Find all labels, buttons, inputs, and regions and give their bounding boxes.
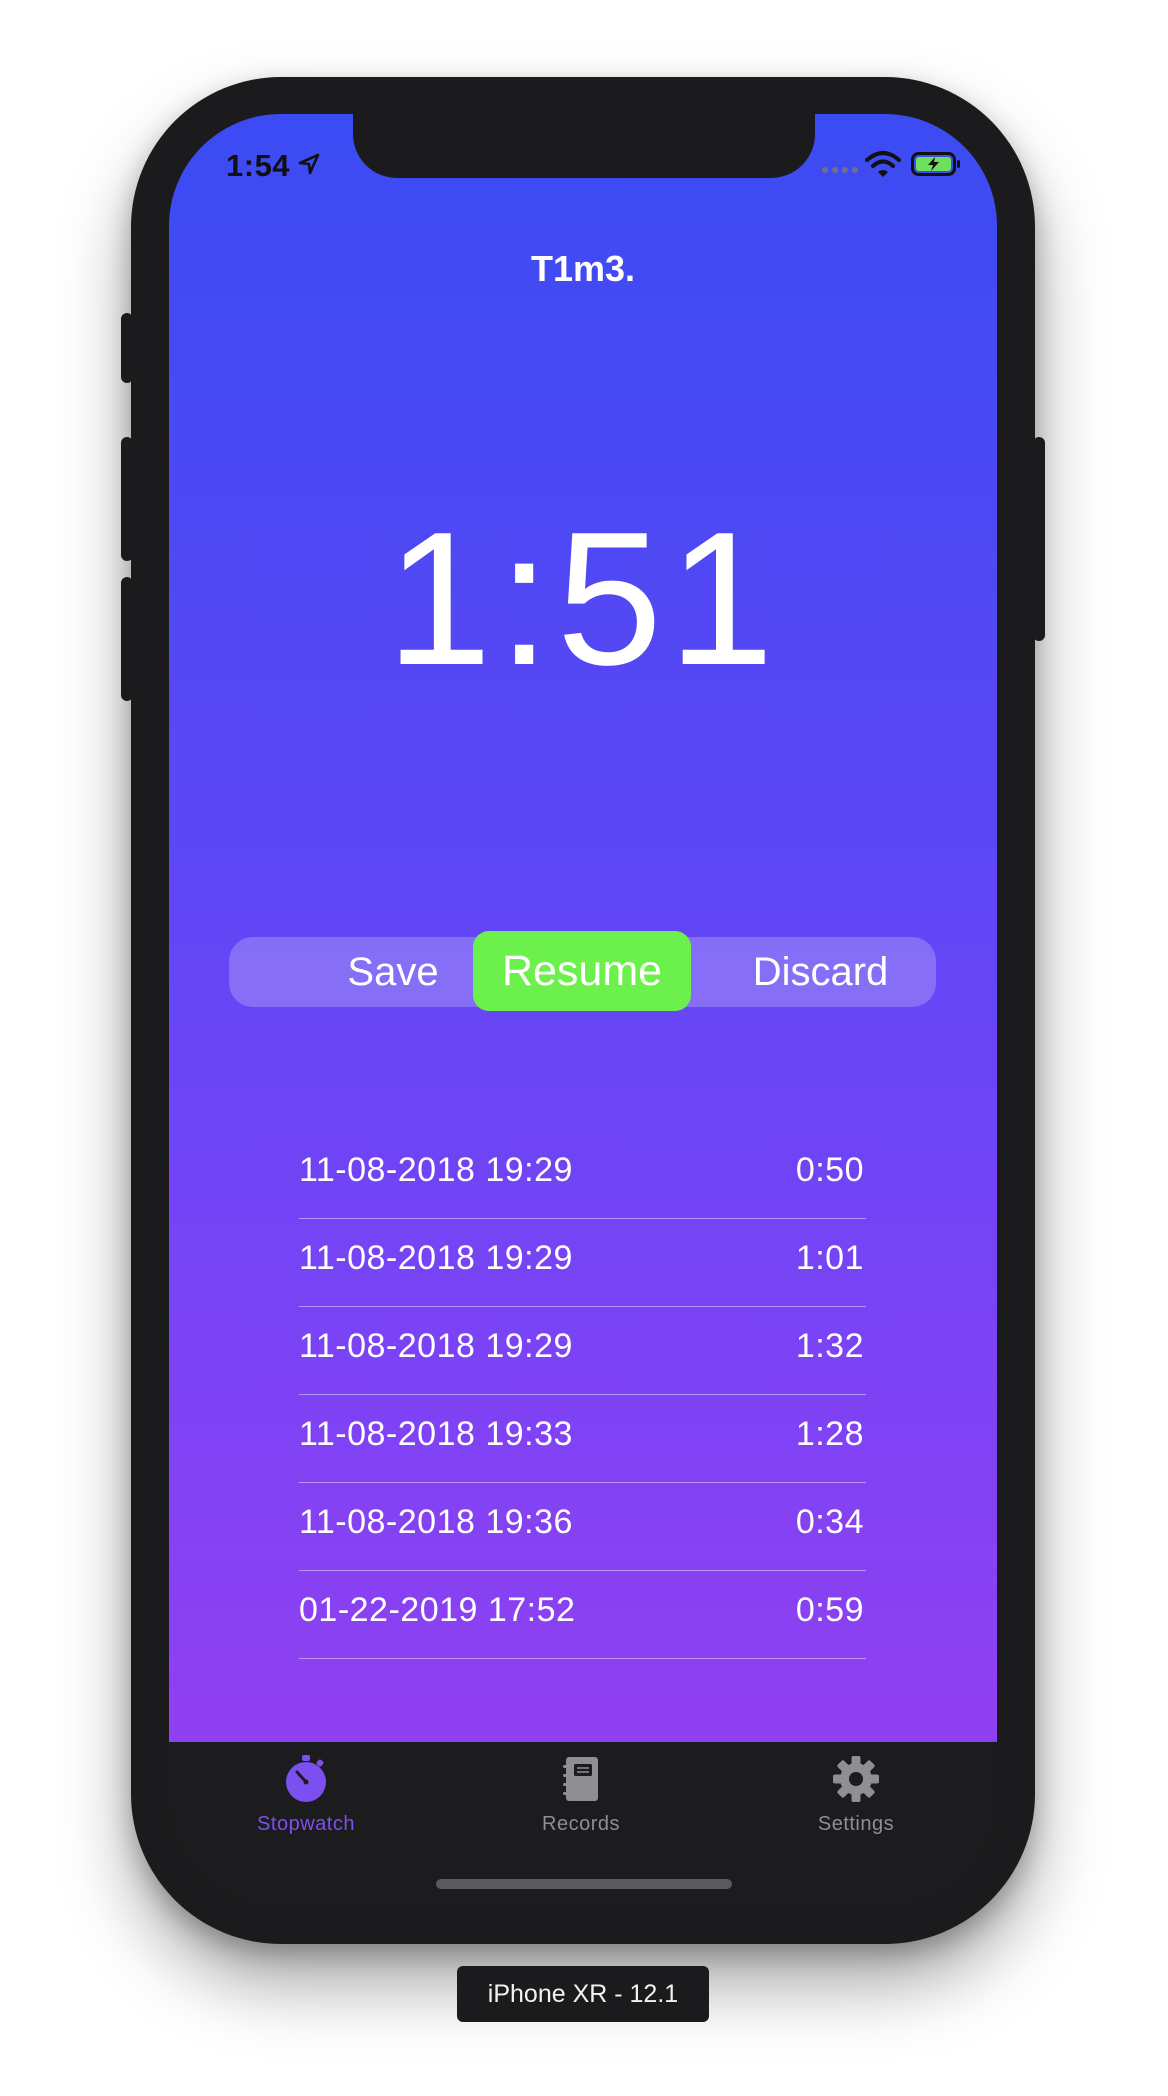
record-duration: 0:50 xyxy=(795,1151,864,1189)
record-date: 11-08-2018 19:29 xyxy=(299,1239,573,1277)
gear-icon xyxy=(833,1756,879,1802)
notebook-icon xyxy=(563,1757,598,1801)
record-date: 11-08-2018 19:33 xyxy=(299,1415,573,1453)
power-button xyxy=(1033,437,1045,641)
record-duration: 1:28 xyxy=(795,1415,864,1453)
tab-label: Records xyxy=(542,1813,620,1835)
resume-button[interactable]: Resume xyxy=(473,931,691,1011)
mute-switch xyxy=(121,313,133,383)
cellular-signal-icon xyxy=(822,167,858,173)
list-item[interactable]: 11-08-2018 19:33 1:28 xyxy=(299,1395,866,1483)
list-item[interactable]: 11-08-2018 19:29 0:50 xyxy=(299,1131,866,1219)
record-duration: 0:34 xyxy=(795,1503,864,1541)
battery-icon xyxy=(911,152,960,176)
stopwatch-view: 1:54 T1m3. 1:51 Save Discard Resume 11-0… xyxy=(169,114,997,1742)
status-time: 1:54 xyxy=(226,148,291,183)
record-duration: 1:32 xyxy=(795,1327,864,1365)
list-item[interactable]: 11-08-2018 19:36 0:34 xyxy=(299,1483,866,1571)
save-button[interactable]: Save xyxy=(289,937,497,1007)
stopwatch-icon xyxy=(286,1755,326,1802)
record-duration: 0:59 xyxy=(795,1591,864,1629)
record-date: 01-22-2019 17:52 xyxy=(299,1591,576,1629)
volume-up-button xyxy=(121,437,133,561)
app-title: T1m3. xyxy=(530,248,636,289)
list-item[interactable]: 11-08-2018 19:29 1:01 xyxy=(299,1219,866,1307)
tab-label: Stopwatch xyxy=(257,1813,355,1835)
record-date: 11-08-2018 19:29 xyxy=(299,1151,573,1189)
volume-down-button xyxy=(121,577,133,701)
tab-settings[interactable]: Settings xyxy=(781,1754,931,1836)
tab-label: Settings xyxy=(817,1813,895,1835)
home-indicator[interactable] xyxy=(436,1879,732,1889)
screen: 1:54 T1m3. 1:51 Save Discard Resume 11-0… xyxy=(169,114,997,1906)
stopwatch-display: 1:51 xyxy=(386,493,780,705)
discard-button[interactable]: Discard xyxy=(742,937,899,1007)
wifi-icon xyxy=(865,151,901,177)
record-date: 11-08-2018 19:29 xyxy=(299,1327,573,1365)
list-item[interactable]: 01-22-2019 17:52 0:59 xyxy=(299,1571,866,1659)
simulator-device-label: iPhone XR - 12.1 xyxy=(457,1966,709,2022)
record-date: 11-08-2018 19:36 xyxy=(299,1503,573,1541)
record-duration: 1:01 xyxy=(795,1239,864,1277)
records-list: 11-08-2018 19:29 0:50 11-08-2018 19:29 1… xyxy=(299,1131,866,1659)
notch xyxy=(353,114,815,178)
location-arrow-icon xyxy=(298,153,320,175)
tab-records[interactable]: Records xyxy=(506,1754,656,1836)
tab-stopwatch[interactable]: Stopwatch xyxy=(231,1754,381,1836)
list-item[interactable]: 11-08-2018 19:29 1:32 xyxy=(299,1307,866,1395)
